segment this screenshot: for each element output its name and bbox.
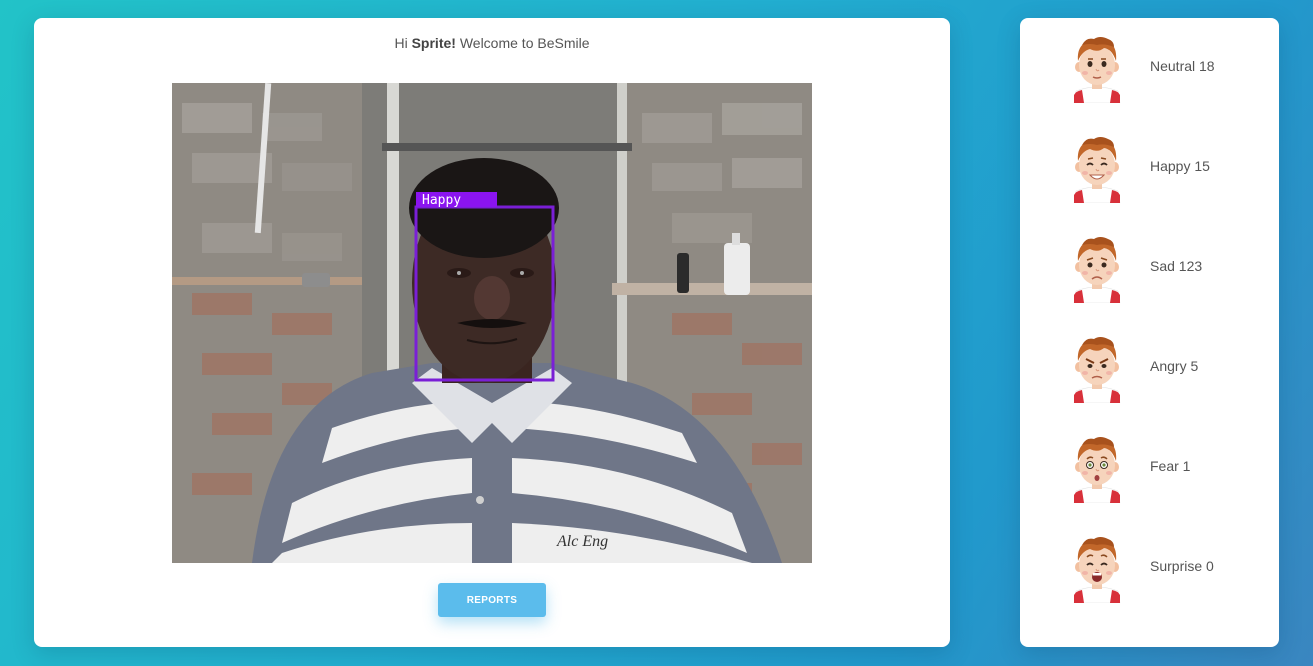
emotion-label-angry: Angry 5 xyxy=(1150,358,1199,374)
emotion-row-sad: Sad 123 xyxy=(1020,233,1279,313)
webcam-image: Alc Eng Happy xyxy=(172,83,812,563)
emotion-label-surprise: Surprise 0 xyxy=(1150,558,1214,574)
sad-face-icon xyxy=(1073,236,1121,303)
emotion-label-neutral: Neutral 18 xyxy=(1150,58,1215,74)
emotion-stats-panel: Neutral 18 Happy 15 Sad 123 Angry 5 Fear… xyxy=(1020,18,1279,647)
shirt-logo-text: Alc Eng xyxy=(556,533,608,550)
greeting-prefix: Hi xyxy=(394,35,408,51)
greeting-suffix: Welcome to BeSmile xyxy=(459,35,590,51)
emotion-row-fear: Fear 1 xyxy=(1020,433,1279,513)
emotion-row-angry: Angry 5 xyxy=(1020,333,1279,413)
angry-face-icon xyxy=(1073,336,1121,403)
detected-emotion-label: Happy xyxy=(422,193,461,208)
emotion-label-happy: Happy 15 xyxy=(1150,158,1210,174)
emotion-row-happy: Happy 15 xyxy=(1020,133,1279,213)
main-panel: Hi Sprite! Welcome to BeSmile Alc Eng Ha… xyxy=(34,18,950,647)
happy-face-icon xyxy=(1073,136,1121,203)
webcam-feed: Alc Eng Happy xyxy=(172,83,812,563)
emotion-row-surprise: Surprise 0 xyxy=(1020,533,1279,613)
emotion-row-neutral: Neutral 18 xyxy=(1020,33,1279,113)
emotion-label-fear: Fear 1 xyxy=(1150,458,1191,474)
fear-face-icon xyxy=(1073,436,1121,503)
neutral-face-icon xyxy=(1073,36,1121,103)
emotion-label-sad: Sad 123 xyxy=(1150,258,1203,274)
surprise-face-icon xyxy=(1073,536,1121,603)
reports-button[interactable]: REPORTS xyxy=(438,583,546,617)
welcome-greeting: Hi Sprite! Welcome to BeSmile xyxy=(34,35,950,51)
user-name: Sprite! xyxy=(411,35,456,51)
